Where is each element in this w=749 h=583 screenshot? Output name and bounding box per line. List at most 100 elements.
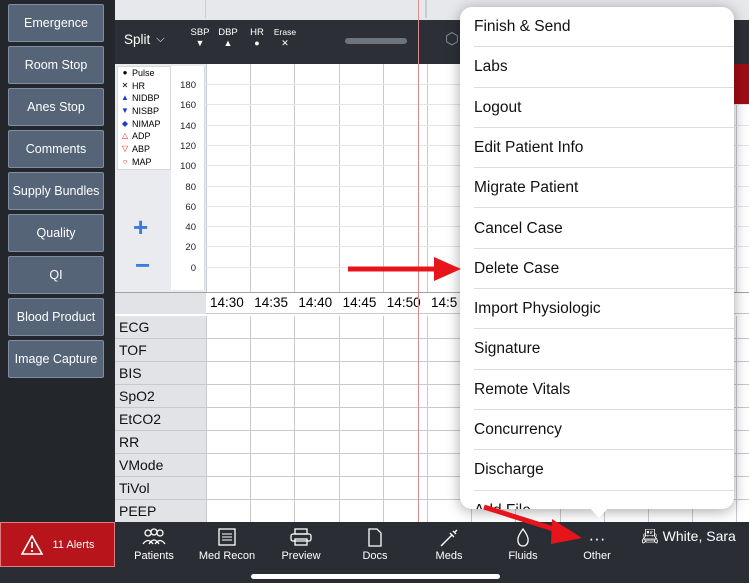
legend-item: ✕ HR <box>118 80 170 93</box>
menu-item-migrate-patient[interactable]: Migrate Patient <box>474 168 734 209</box>
parameter-label[interactable]: BIS <box>115 362 206 385</box>
legend-item: ○ MAP <box>118 156 170 169</box>
row-cell-divider <box>382 339 384 362</box>
row-cell-divider <box>250 316 252 339</box>
row-cell-divider <box>250 454 252 477</box>
parameter-label[interactable]: TOF <box>115 339 206 362</box>
row-cell-divider <box>736 339 738 362</box>
menu-item-signature[interactable]: Signature <box>474 329 734 370</box>
vitals-legend: ● Pulse ✕ HR ▲ NIDBP ▼ NISBP ◆ NIMAP △ ADP ▽ ABP ○ MAP <box>117 66 171 170</box>
row-cell-divider <box>736 316 738 339</box>
parameter-label[interactable]: TiVol <box>115 477 206 500</box>
tab-other-label: Other <box>583 550 611 562</box>
row-cell-divider <box>294 431 296 454</box>
row-cell-divider <box>294 477 296 500</box>
row-cell-divider <box>294 500 296 523</box>
y-axis: 180 160 140 120 100 80 60 40 20 0 <box>171 66 205 290</box>
quality-button[interactable]: Quality <box>8 214 104 252</box>
row-cell-divider <box>250 477 252 500</box>
image-capture-button[interactable]: Image Capture <box>8 340 104 378</box>
comments-button[interactable]: Comments <box>8 130 104 168</box>
row-cell-divider <box>294 362 296 385</box>
tab-other[interactable]: ··· Other <box>562 528 632 562</box>
row-cell-divider <box>736 408 738 431</box>
y-tick-label: 20 <box>185 242 196 254</box>
home-indicator[interactable] <box>251 574 500 579</box>
med-recon-icon <box>192 528 262 550</box>
zoom-in-button[interactable]: + <box>133 212 148 243</box>
tab-docs[interactable]: Docs <box>340 528 410 562</box>
menu-item-cancel-case[interactable]: Cancel Case <box>474 209 734 249</box>
cubes-icon[interactable]: ⬡ <box>445 29 459 49</box>
qi-button[interactable]: QI <box>8 256 104 294</box>
zoom-out-button[interactable]: − <box>135 250 150 281</box>
tab-med-recon[interactable]: Med Recon <box>192 528 262 562</box>
drag-handle[interactable] <box>345 38 407 44</box>
menu-item-finish-send[interactable]: Finish & Send <box>474 7 734 48</box>
y-tick-label: 140 <box>180 120 196 132</box>
row-cell-divider <box>382 500 384 523</box>
tab-fluids-label: Fluids <box>508 550 538 562</box>
blood-product-button[interactable]: Blood Product <box>8 298 104 336</box>
row-cell-divider <box>382 385 384 408</box>
legend-item: ◆ NIMAP <box>118 118 170 131</box>
split-dropdown[interactable]: Split ⌵ <box>124 32 165 47</box>
row-cell-divider <box>338 500 340 523</box>
erase-tool[interactable]: Erase ✕ <box>271 27 299 49</box>
row-cell-divider <box>427 316 428 339</box>
menu-item-discharge[interactable]: Discharge <box>474 450 734 491</box>
legend-marker-icon: ● <box>122 68 128 77</box>
legend-label: ADP <box>132 131 151 142</box>
tab-preview[interactable]: Preview <box>266 528 336 562</box>
warning-icon <box>20 534 43 555</box>
menu-item-import-physiologic[interactable]: Import Physiologic <box>474 289 734 330</box>
row-cell-divider <box>736 477 738 500</box>
row-cell-divider <box>206 477 207 500</box>
triangle-down-icon: ▼ <box>195 38 205 48</box>
sbp-tool[interactable]: SBP ▼ <box>189 27 211 49</box>
row-cell-divider <box>206 362 207 385</box>
legend-item: ● Pulse <box>118 67 170 80</box>
row-cell-divider <box>338 362 340 385</box>
row-cell-divider <box>427 362 428 385</box>
row-cell-divider <box>338 408 340 431</box>
menu-item-labs[interactable]: Labs <box>474 47 734 88</box>
split-label: Split <box>124 32 151 47</box>
sbp-label: SBP <box>190 27 210 38</box>
menu-item-concurrency[interactable]: Concurrency <box>474 410 734 451</box>
row-cell-divider <box>427 500 428 523</box>
alerts-button[interactable]: 11 Alerts <box>0 522 115 567</box>
sidebar: Emergence Room Stop Anes Stop Comments S… <box>0 0 111 522</box>
row-cell-divider <box>382 316 384 339</box>
emergence-button[interactable]: Emergence <box>8 4 104 42</box>
parameter-label[interactable]: EtCO2 <box>115 408 206 431</box>
supply-bundles-button[interactable]: Supply Bundles <box>8 172 104 210</box>
row-cell-divider <box>206 316 207 339</box>
menu-item-edit-patient-info[interactable]: Edit Patient Info <box>474 128 734 169</box>
hr-tool[interactable]: HR ● <box>246 27 268 49</box>
parameter-label[interactable]: RR <box>115 431 206 454</box>
y-tick-label: 60 <box>185 201 196 213</box>
y-tick-label: 120 <box>180 140 196 152</box>
anes-stop-button[interactable]: Anes Stop <box>8 88 104 126</box>
bottom-tab-bar: 11 Alerts Patients Med Recon Preview Doc… <box>0 522 749 583</box>
menu-item-delete-case[interactable]: Delete Case <box>474 249 734 290</box>
grid-vline <box>382 64 384 292</box>
legend-marker-icon: ◆ <box>121 118 129 128</box>
row-cell-divider <box>736 454 738 477</box>
user-badge[interactable]: 📇︎ White, Sara <box>641 528 736 545</box>
tab-meds-label: Meds <box>435 550 463 562</box>
parameter-label[interactable]: VMode <box>115 454 206 477</box>
row-cell-divider <box>736 500 738 523</box>
room-stop-button[interactable]: Room Stop <box>8 46 104 84</box>
tab-fluids[interactable]: Fluids <box>488 527 558 562</box>
legend-label: HR <box>132 80 145 91</box>
parameter-label[interactable]: PEEP <box>115 500 206 523</box>
parameter-label[interactable]: SpO2 <box>115 385 206 408</box>
tab-patients[interactable]: Patients <box>119 528 189 562</box>
menu-item-logout[interactable]: Logout <box>474 88 734 128</box>
menu-item-remote-vitals[interactable]: Remote Vitals <box>474 370 734 410</box>
tab-meds[interactable]: Meds <box>414 528 484 562</box>
parameter-label[interactable]: ECG <box>115 316 206 339</box>
dbp-tool[interactable]: DBP ▲ <box>217 27 239 49</box>
